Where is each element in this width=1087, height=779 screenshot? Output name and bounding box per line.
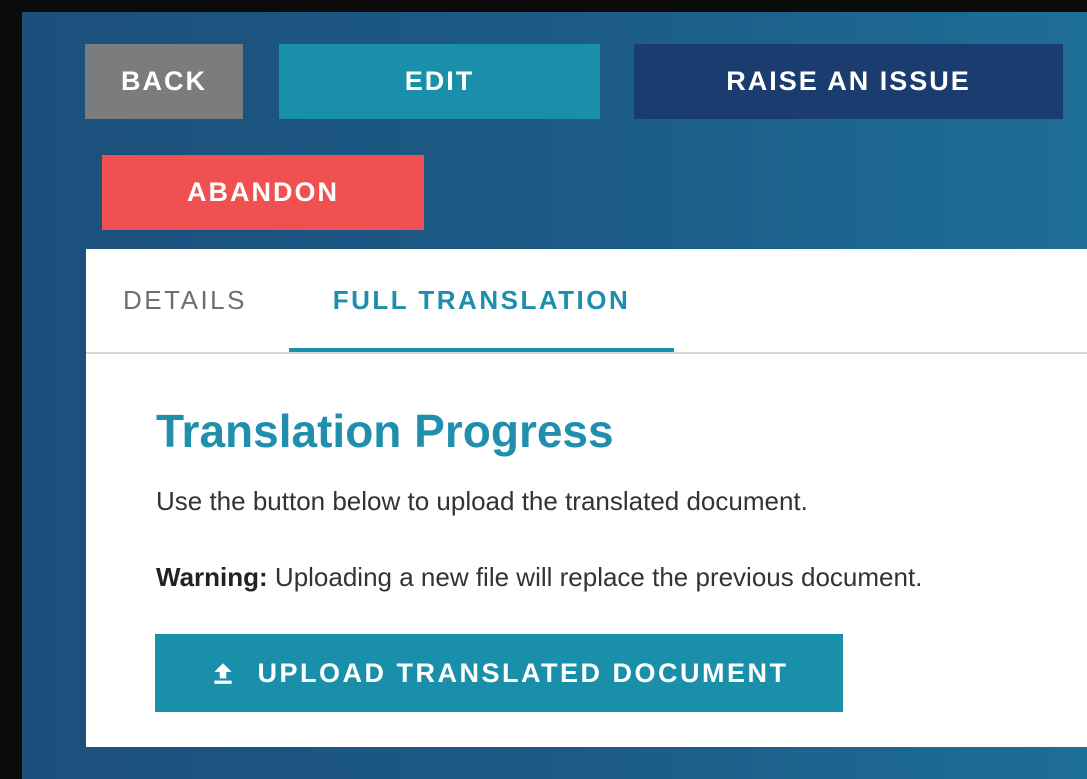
upload-translated-document-button[interactable]: UPLOAD TRANSLATED DOCUMENT	[155, 634, 843, 712]
active-tab-indicator	[289, 348, 674, 352]
upload-icon	[210, 660, 236, 686]
back-button[interactable]: BACK	[85, 44, 243, 119]
warning-message: Uploading a new file will replace the pr…	[267, 562, 923, 592]
app-frame: BACK EDIT RAISE AN ISSUE ABANDON DETAILS…	[22, 12, 1087, 779]
tab-bar: DETAILS FULL TRANSLATION	[86, 249, 1087, 354]
raise-issue-button[interactable]: RAISE AN ISSUE	[634, 44, 1063, 119]
upload-button-label: UPLOAD TRANSLATED DOCUMENT	[257, 657, 789, 688]
tab-details[interactable]: DETAILS	[100, 249, 270, 352]
page-title: Translation Progress	[156, 405, 614, 457]
warning-label: Warning:	[156, 562, 268, 592]
abandon-button[interactable]: ABANDON	[102, 155, 424, 230]
tab-full-translation[interactable]: FULL TRANSLATION	[289, 249, 674, 352]
warning-text: Warning: Uploading a new file will repla…	[156, 562, 922, 593]
edit-button[interactable]: EDIT	[279, 44, 600, 119]
content-card: DETAILS FULL TRANSLATION Translation Pro…	[86, 249, 1087, 747]
upload-description: Use the button below to upload the trans…	[156, 486, 808, 516]
